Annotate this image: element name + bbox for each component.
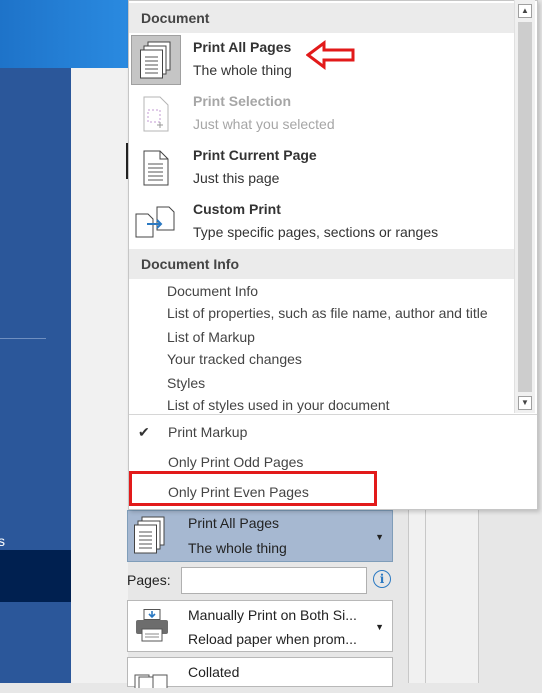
menu-item-print-selection[interactable]: Print Selection Just what you selected [129, 87, 517, 141]
pages-stack-icon [131, 35, 181, 85]
menu-scrollbar[interactable]: ▲ ▼ [514, 0, 535, 413]
collated-pages-icon [134, 674, 170, 693]
chevron-down-icon: ▼ [375, 622, 384, 632]
manual-duplex-printer-icon [134, 609, 170, 648]
menu-item-title: Print Current Page [193, 147, 317, 163]
print-settings-panel-bg [71, 68, 128, 683]
print-range-title: Print All Pages [188, 515, 280, 531]
menu-item-styles[interactable]: Styles [167, 375, 205, 391]
window-title-bar-strip [0, 0, 128, 68]
menu-item-list-of-markup[interactable]: List of Markup [167, 329, 255, 345]
menu-item-subtitle: Just this page [193, 170, 280, 186]
menu-item-subtitle: Just what you selected [193, 116, 335, 132]
scroll-up-icon[interactable]: ▲ [518, 4, 532, 18]
nav-divider [0, 338, 46, 339]
pages-stack-icon [134, 515, 170, 560]
menu-item-list-of-markup-desc[interactable]: Your tracked changes [167, 351, 302, 367]
pages-input[interactable] [181, 567, 367, 594]
backstage-nav: s [0, 68, 71, 683]
menu-item-print-current-page[interactable]: Print Current Page Just this page [129, 141, 517, 195]
duplex-subtitle: Reload paper when prom... [188, 631, 357, 647]
section-header-document-info: Document Info [129, 249, 517, 279]
nav-item-partial-label[interactable]: s [0, 533, 5, 549]
menu-item-document-info[interactable]: Document Info [167, 283, 258, 299]
print-range-select[interactable]: Print All Pages The whole thing ▼ [127, 510, 393, 562]
info-icon[interactable]: i [373, 570, 391, 588]
menu-item-subtitle: Type specific pages, sections or ranges [193, 224, 439, 240]
menu-divider [129, 414, 537, 415]
menu-item-title: Print All Pages [193, 39, 292, 55]
selection-page-icon [131, 89, 181, 139]
print-range-subtitle: The whole thing [188, 540, 287, 556]
menu-item-title: Custom Print [193, 201, 281, 217]
pages-label: Pages: [127, 572, 171, 588]
menu-item-styles-desc[interactable]: List of styles used in your document [167, 397, 390, 413]
duplex-select[interactable]: Manually Print on Both Si... Reload pape… [127, 600, 393, 652]
chevron-down-icon: ▼ [375, 532, 384, 542]
preview-pane-divider [425, 500, 426, 683]
duplex-title: Manually Print on Both Si... [188, 607, 357, 623]
collation-title: Collated [188, 664, 240, 680]
menu-item-custom-print[interactable]: Custom Print Type specific pages, sectio… [129, 195, 517, 249]
scroll-down-icon[interactable]: ▼ [518, 396, 532, 410]
annotation-arrow-icon [306, 40, 355, 70]
annotation-highlight-box [129, 471, 377, 506]
option-label: Print Markup [168, 424, 248, 440]
menu-item-title: Print Selection [193, 93, 292, 109]
print-range-dropdown-menu: Document Print All Pages The whole thing… [128, 0, 538, 510]
custom-pages-icon [131, 197, 181, 247]
option-print-markup[interactable]: ✔ Print Markup [129, 417, 517, 447]
single-page-icon [131, 143, 181, 193]
checkmark-icon: ✔ [138, 424, 150, 440]
section-header-document: Document [129, 3, 517, 33]
menu-item-document-info-desc[interactable]: List of properties, such as file name, a… [167, 305, 488, 321]
scrollbar-thumb[interactable] [518, 22, 532, 392]
menu-item-subtitle: The whole thing [193, 62, 292, 78]
nav-item-print-selected[interactable] [0, 550, 71, 602]
